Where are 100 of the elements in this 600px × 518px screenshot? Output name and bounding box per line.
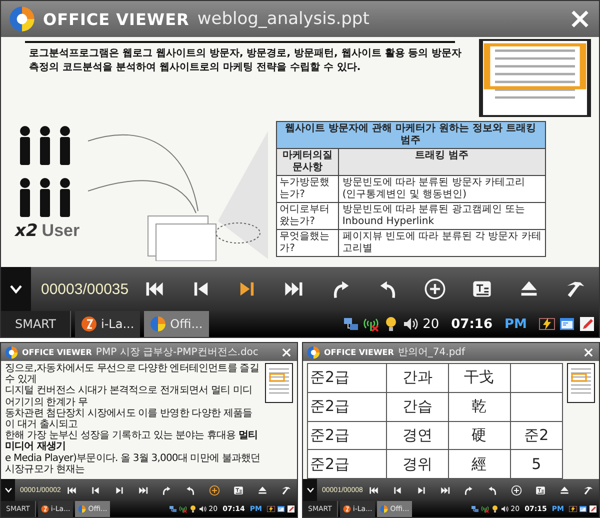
zoom-in-icon — [424, 278, 446, 300]
zoom-in-icon — [511, 484, 522, 496]
network-icon[interactable] — [470, 505, 479, 513]
app-logo-icon — [5, 346, 18, 358]
page-thumbnail-drawing[interactable] — [265, 363, 293, 403]
app-logo-icon — [307, 346, 320, 358]
skip-to-start-icon — [368, 484, 379, 496]
close-button[interactable] — [582, 346, 595, 358]
skip-to-start-icon — [66, 484, 77, 496]
network-icon[interactable] — [342, 316, 359, 332]
table-cell: 페이지뷰 빈도에 따라 분류된 각 방문자 카테고리별 — [338, 230, 546, 256]
pen-icon[interactable] — [579, 316, 595, 332]
table-title: 웹사이트 방문자에 관해 마케터가 원하는 정보와 트래킹 범주 — [276, 122, 546, 148]
close-icon — [282, 348, 291, 356]
document-text: 동차관련 첨단장치 시장에서도 이를 반영한 다양한 제품들이 대거 출시되고 — [5, 408, 254, 430]
next-icon — [114, 484, 125, 496]
browser-icon — [40, 505, 49, 513]
file-name: weblog_analysis.ppt — [197, 9, 370, 29]
table-cell: 누가방문했는가? — [276, 176, 339, 202]
collapse-button[interactable] — [303, 479, 317, 501]
eject-icon — [257, 484, 268, 496]
page-thumbnail-drawing[interactable] — [479, 39, 591, 117]
network-icon[interactable] — [168, 505, 177, 513]
clock-time: 07:16 — [450, 316, 494, 332]
pen-icon[interactable] — [287, 505, 295, 513]
table-cell: 干戈 — [448, 364, 510, 392]
page-counter: 00003/00035 — [40, 280, 130, 298]
lightning-icon[interactable] — [569, 505, 577, 513]
clock-meridiem: PM — [504, 316, 528, 332]
speaker-icon[interactable] — [198, 505, 207, 513]
volume-level: 20 — [422, 316, 440, 332]
document-text: e Media Player)부문이다. 올 3월 3,000대 미만에 불과했던 시장규모가 현재는 — [5, 452, 261, 475]
app-title: OFFICE VIEWER — [43, 10, 190, 28]
text-document-icon — [535, 484, 546, 496]
window-icon[interactable] — [277, 505, 285, 513]
table-cell: 준2급 — [308, 392, 386, 421]
file-name: 반의어_74.pdf — [398, 346, 466, 359]
start-button[interactable]: SMART — [1, 311, 71, 337]
app-title: OFFICE VIEWER — [22, 348, 92, 356]
user-label: User — [42, 221, 80, 241]
skip-to-end-icon — [440, 484, 451, 496]
hammer-icon — [280, 484, 292, 496]
app-logo-icon — [150, 316, 166, 332]
multiplier-label: x2 — [15, 221, 38, 241]
hammer-icon — [582, 484, 594, 496]
text-document-icon — [233, 484, 244, 496]
rotate-right-icon — [161, 484, 172, 496]
text-view-button[interactable] — [534, 484, 548, 496]
speaker-icon[interactable] — [500, 505, 509, 513]
table-cell: 乾 — [448, 392, 510, 421]
app-title: OFFICE VIEWER — [324, 348, 394, 356]
column-header: 트래킹 범주 — [338, 148, 546, 176]
chevron-down-icon — [306, 487, 314, 493]
pen-icon[interactable] — [589, 505, 597, 513]
close-icon — [571, 10, 589, 28]
zoom-in-button[interactable] — [208, 484, 222, 496]
app-logo-icon — [78, 505, 86, 513]
document-text: 디지털 컨버전스 시대가 본격적으로 전개되면서 멀티 미디어기기의 한계가 무 — [5, 385, 254, 408]
wireless-off-icon[interactable] — [362, 316, 379, 332]
table-cell: 준2급 — [308, 364, 386, 392]
wireless-off-icon[interactable] — [178, 505, 187, 513]
table-cell: 무엇을했는가? — [276, 230, 339, 256]
eject-icon — [559, 484, 570, 496]
lightning-icon[interactable] — [267, 505, 275, 513]
page-thumbnail-drawing[interactable] — [567, 363, 595, 403]
table-cell: 경연 — [386, 421, 448, 450]
file-name: PMP 시장 급부상-PMP컨버전스.doc — [96, 346, 260, 359]
table-cell: 준2급 — [308, 421, 386, 450]
collapse-button[interactable] — [1, 479, 15, 501]
table-cell: 방문빈도에 따라 분류된 광고캠페인 또는 Inbound Hyperlink — [338, 202, 546, 230]
window-icon[interactable] — [559, 316, 575, 332]
taskbar-item[interactable]: Offi... — [144, 311, 209, 337]
table-cell: 硬 — [448, 421, 510, 450]
lightbulb-icon[interactable] — [188, 505, 197, 513]
previous-icon — [90, 484, 101, 496]
table-cell: 어디로부터왔는가? — [276, 202, 339, 230]
collapse-button[interactable] — [1, 267, 31, 311]
table-cell: 방문빈도에 따라 분류된 방문자 카테고리 (인구통계변인 및 행동변인) — [338, 176, 546, 202]
lightning-icon[interactable] — [539, 316, 555, 332]
skip-to-end-icon — [138, 484, 149, 496]
next-icon — [416, 484, 427, 496]
document-text: 징으로,자동차에서도 무선으로 다양한 엔터테인먼트를 즐길 수 있게 — [5, 363, 260, 386]
slide-body-text: 로그분석프로그램은 웹로그 웹사이트의 방문자, 방문경로, 방문패턴, 웹사이트 활용 등의 방문자 측정의 코드분석을 분석하여 웹사이트로의 마케팅 전략을 수립할 수 있다. — [29, 47, 463, 74]
previous-icon — [392, 484, 403, 496]
app-logo-icon — [380, 505, 388, 513]
rotate-left-icon — [487, 484, 498, 496]
window-icon[interactable] — [579, 505, 587, 513]
wireless-off-icon[interactable] — [480, 505, 489, 513]
close-button[interactable] — [280, 346, 293, 358]
text-view-button[interactable] — [232, 484, 246, 496]
zoom-in-icon — [209, 484, 220, 496]
taskbar-item[interactable]: i-La... — [74, 311, 140, 337]
speaker-icon[interactable] — [402, 316, 419, 332]
table-cell: 간과 — [386, 364, 448, 392]
close-button[interactable] — [569, 8, 591, 30]
lightbulb-icon[interactable] — [490, 505, 499, 513]
table-cell: 준2 — [510, 421, 562, 450]
column-header: 마케터의질문사항 — [276, 148, 339, 176]
close-icon — [584, 348, 593, 356]
app-logo-icon — [9, 6, 35, 32]
